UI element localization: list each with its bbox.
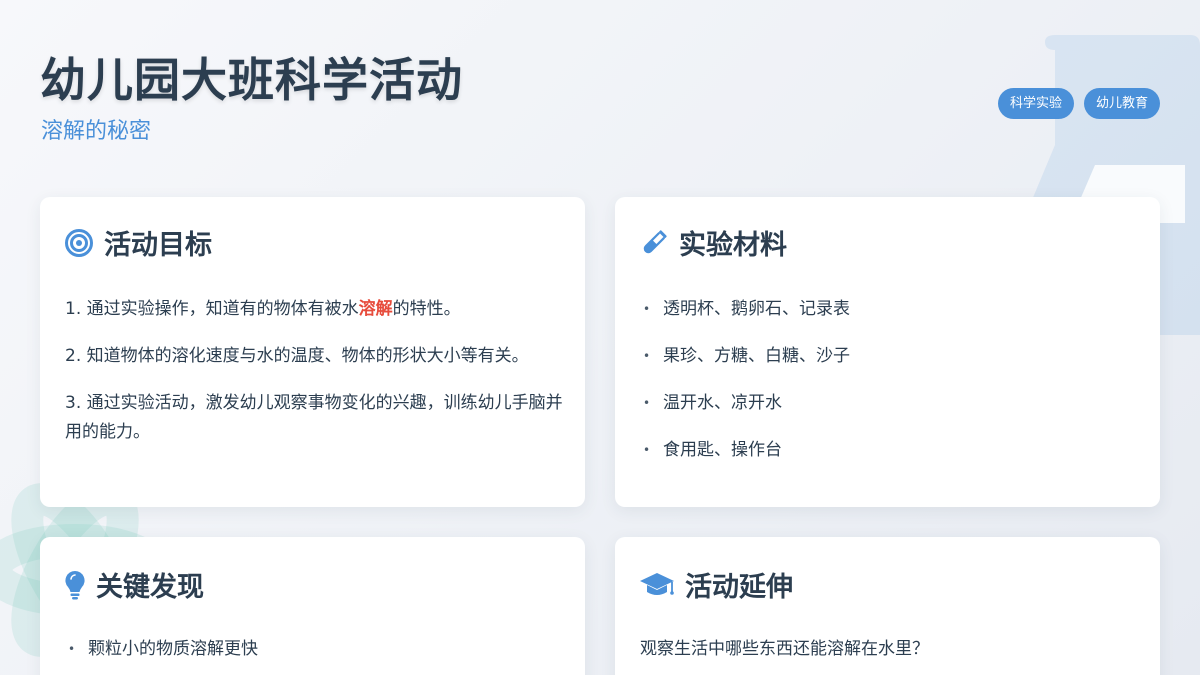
extension-text: 观察生活中哪些东西还能溶解在水里？	[640, 639, 929, 659]
page-title: 幼儿园大班科学活动	[40, 53, 463, 107]
list-item: 温开水、凉开水	[643, 389, 850, 418]
lightbulb-icon	[64, 570, 86, 600]
page-subtitle: 溶解的秘密	[41, 119, 152, 144]
tag-group: 科学实验 幼儿教育	[997, 88, 1160, 119]
goal-text: 的特性。	[392, 299, 461, 319]
goal-list: 1. 通过实验操作，知道有的物体有被水溶解的特性。 2. 知道物体的溶化速度与水…	[65, 295, 565, 465]
list-item: 颗粒小的物质溶解更快	[68, 635, 258, 664]
test-tube-icon	[639, 228, 669, 258]
highlight-keyword: 溶解	[358, 299, 393, 319]
goal-item: 2. 知道物体的溶化速度与水的温度、物体的形状大小等有关。	[65, 346, 529, 366]
activity-goals-card: 活动目标 1. 通过实验操作，知道有的物体有被水溶解的特性。 2. 知道物体的溶…	[40, 197, 585, 507]
card-title: 关键发现	[96, 572, 204, 603]
card-header: 关键发现	[64, 565, 204, 604]
materials-list: 透明杯、鹅卵石、记录表 果珍、方糖、白糖、沙子 温开水、凉开水 食用匙、操作台	[643, 295, 850, 483]
card-header: 活动延伸	[639, 565, 793, 604]
tag-early-education[interactable]: 幼儿教育	[1083, 88, 1160, 119]
materials-card: 实验材料 透明杯、鹅卵石、记录表 果珍、方糖、白糖、沙子 温开水、凉开水 食用匙…	[615, 197, 1160, 507]
graduation-cap-icon	[639, 570, 675, 600]
activity-extension-card: 活动延伸 观察生活中哪些东西还能溶解在水里？	[615, 537, 1160, 675]
target-icon	[64, 228, 94, 258]
goal-text: 1. 通过实验操作，知道有的物体有被水	[65, 299, 359, 319]
card-title: 活动延伸	[685, 572, 793, 603]
goal-item: 3. 通过实验活动，激发幼儿观察事物变化的兴趣，训练幼儿手脑并用的能力。	[65, 393, 563, 442]
findings-list: 颗粒小的物质溶解更快	[68, 635, 258, 675]
goal-item: 1. 通过实验操作，知道有的物体有被水溶解的特性。	[65, 295, 565, 324]
list-item: 食用匙、操作台	[643, 436, 850, 465]
list-item: 透明杯、鹅卵石、记录表	[643, 295, 850, 324]
tag-science-experiment[interactable]: 科学实验	[997, 88, 1074, 119]
key-findings-card: 关键发现 颗粒小的物质溶解更快	[40, 537, 585, 675]
card-title: 活动目标	[104, 230, 212, 261]
card-header: 活动目标	[64, 223, 212, 262]
card-header: 实验材料	[639, 223, 787, 262]
card-title: 实验材料	[679, 230, 787, 261]
list-item: 果珍、方糖、白糖、沙子	[643, 342, 850, 371]
